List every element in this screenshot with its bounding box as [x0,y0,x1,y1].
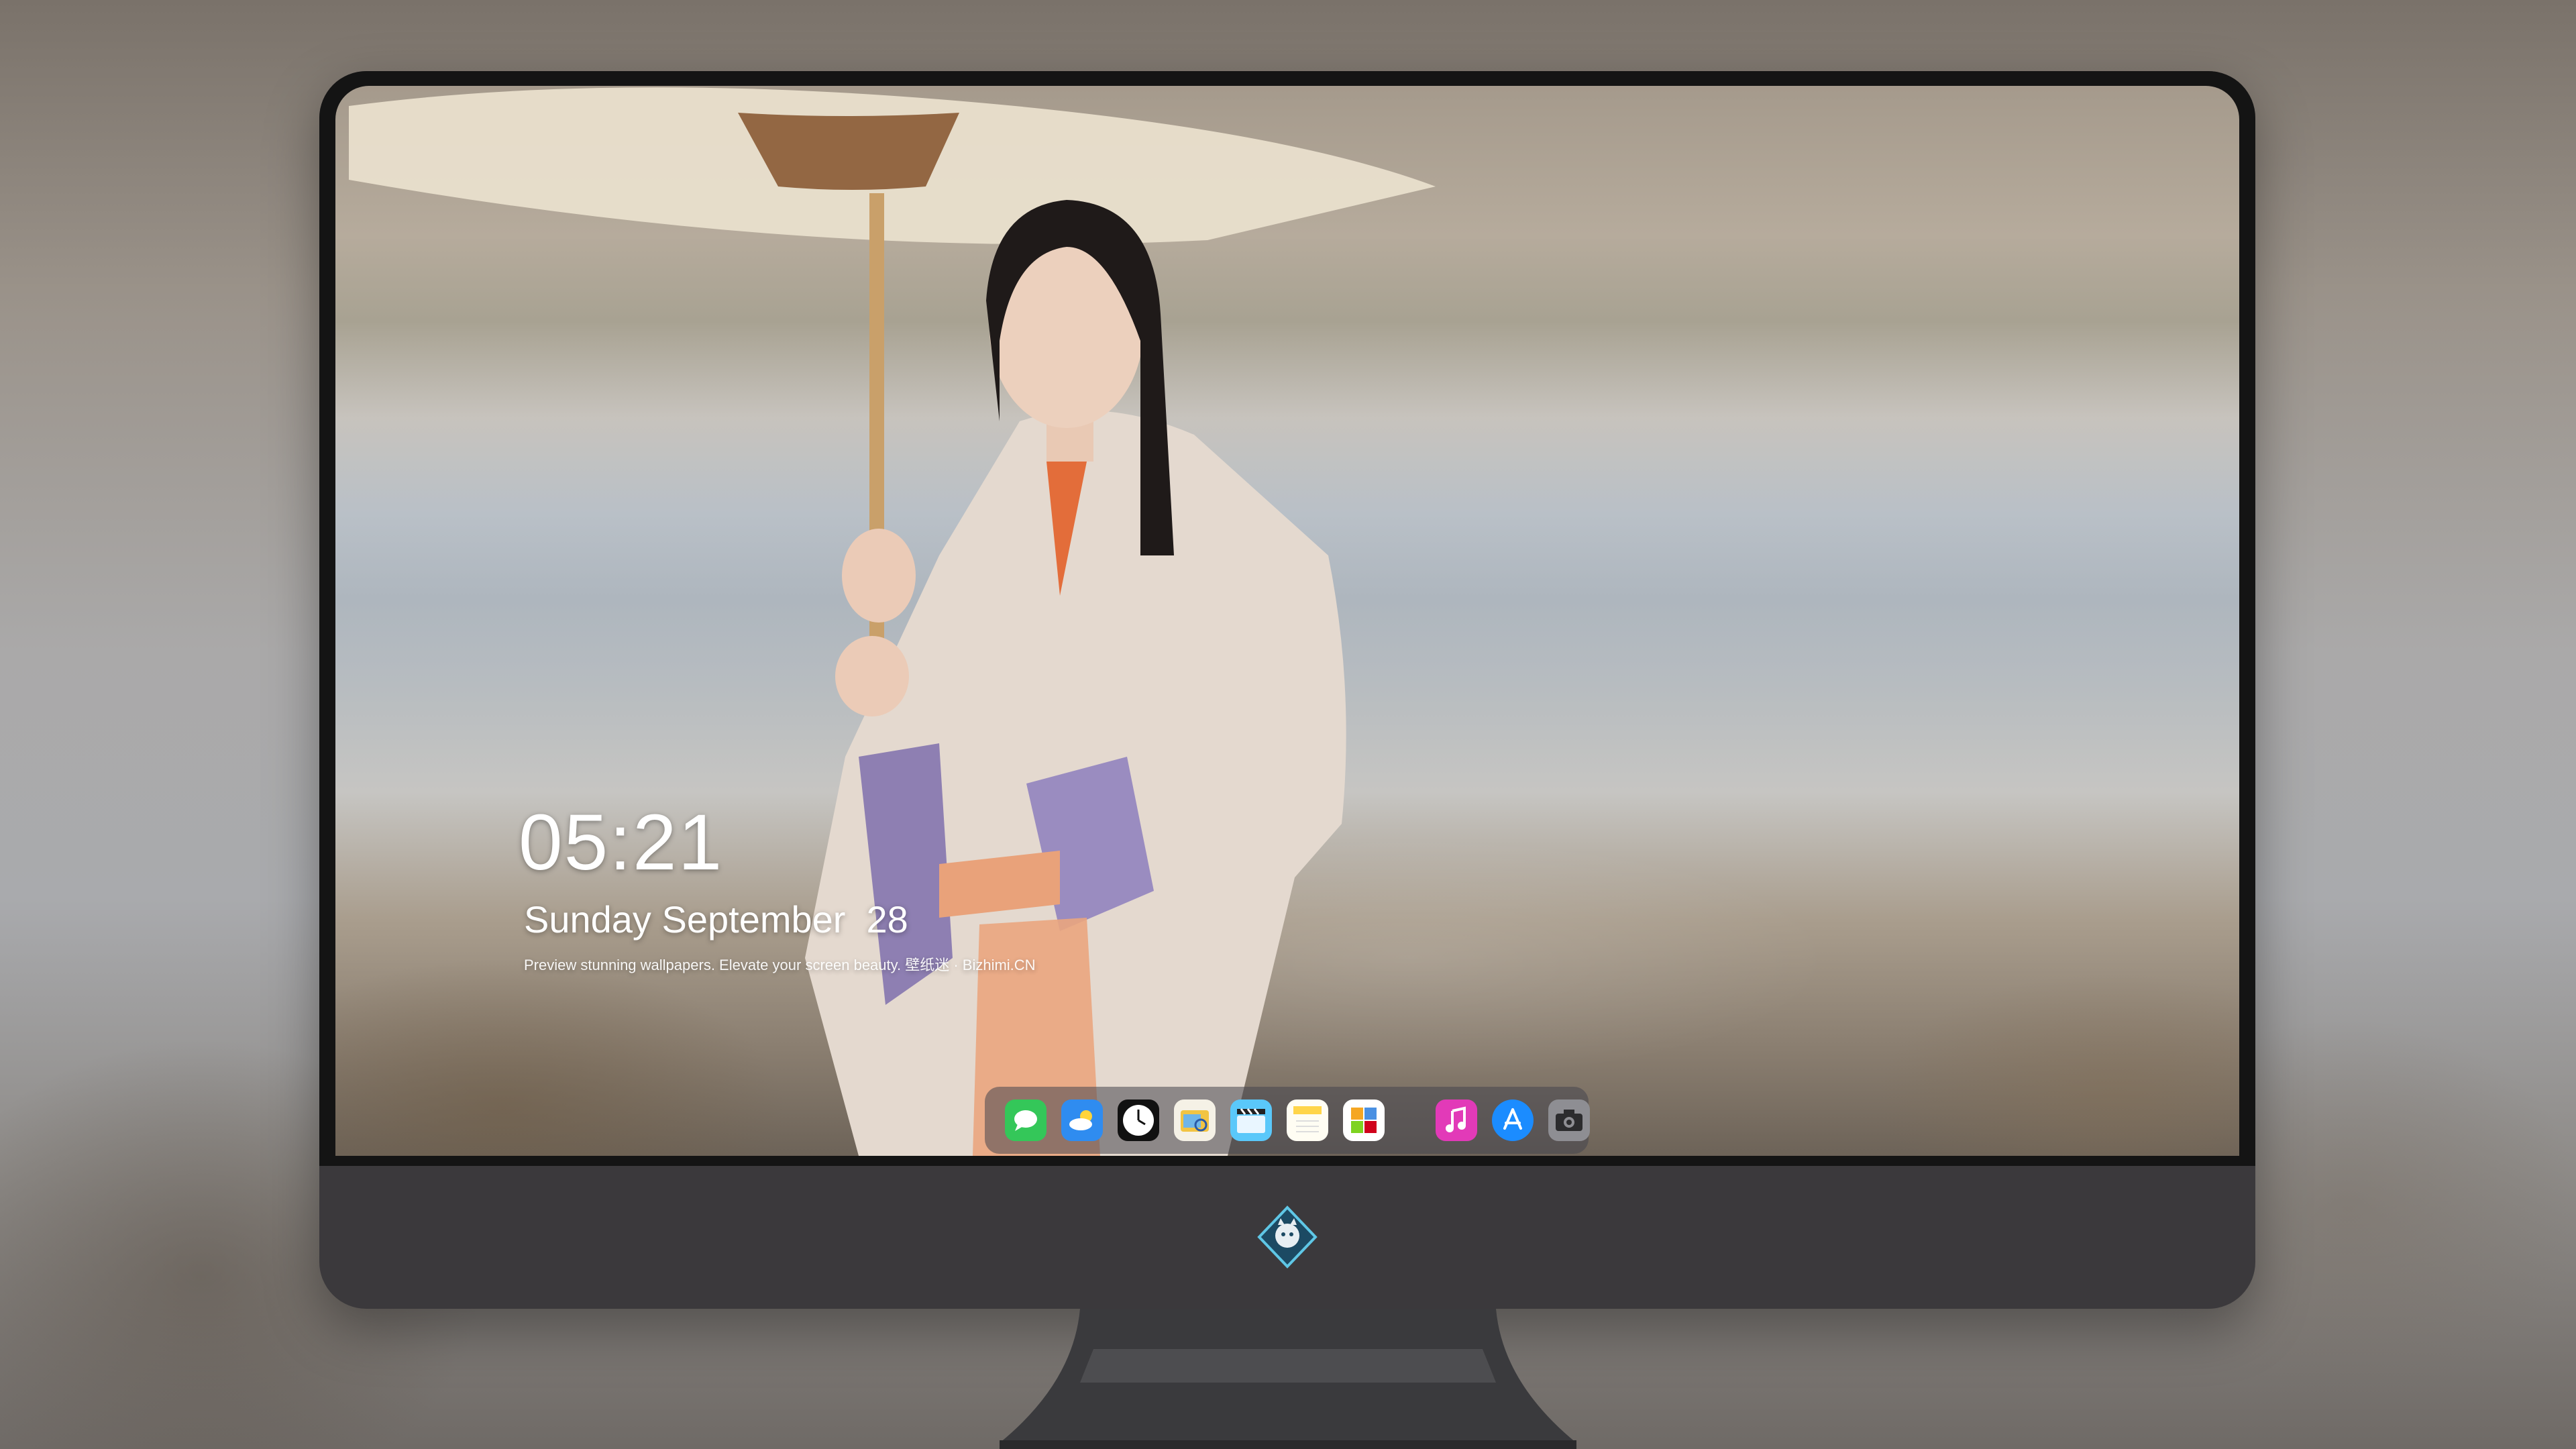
messages-icon[interactable] [1005,1099,1046,1141]
app-dock [985,1087,1590,1154]
monitor-logo-icon [1257,1205,1318,1269]
monitor: 05:21 Sunday September 28 Preview stunni… [319,71,2255,1309]
video-icon[interactable] [1230,1099,1272,1141]
wallpaper-figure [349,87,1436,1156]
calendar-icon[interactable] [1343,1099,1385,1141]
monitor-stand [1000,1309,1576,1449]
lockscreen-tagline: Preview stunning wallpapers. Elevate you… [524,957,1036,973]
notes-icon[interactable] [1287,1099,1328,1141]
weather-icon[interactable] [1061,1099,1103,1141]
lockscreen-wallpaper: 05:21 Sunday September 28 Preview stunni… [335,86,2239,1156]
clock-icon[interactable] [1118,1099,1159,1141]
lockscreen-time: 05:21 [519,798,724,887]
monitor-bezel: 05:21 Sunday September 28 Preview stunni… [319,71,2255,1166]
preview-icon[interactable] [1174,1099,1216,1141]
app-store-icon[interactable] [1492,1099,1534,1141]
camera-icon[interactable] [1548,1099,1590,1141]
lockscreen-date: Sunday September 28 [524,898,908,941]
music-icon[interactable] [1436,1099,1477,1141]
